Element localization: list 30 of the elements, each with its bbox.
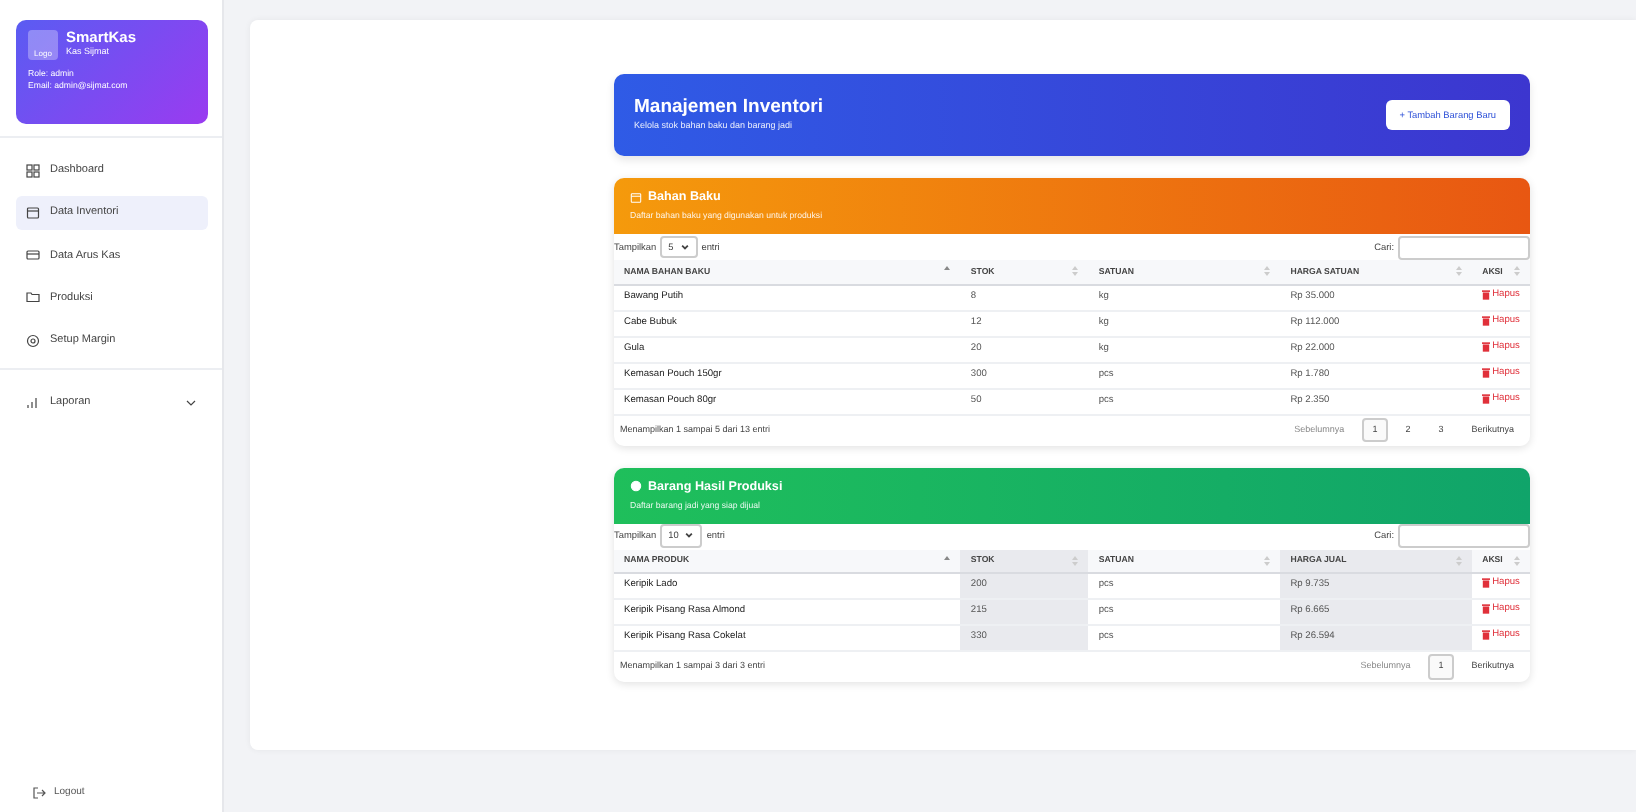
sort-icon[interactable] bbox=[1456, 555, 1463, 566]
search-field[interactable] bbox=[1398, 235, 1530, 259]
chart-icon bbox=[26, 395, 40, 410]
trash-icon bbox=[1482, 341, 1491, 352]
sort-icon[interactable] bbox=[1456, 266, 1463, 277]
folder-icon bbox=[26, 290, 40, 305]
trash-icon bbox=[1482, 393, 1491, 404]
sort-icon[interactable] bbox=[1264, 266, 1271, 277]
trash-icon bbox=[1482, 578, 1491, 589]
search-field[interactable] bbox=[1398, 524, 1530, 548]
sort-icon[interactable] bbox=[1072, 555, 1079, 566]
page-title: Manajemen Inventori bbox=[634, 96, 823, 120]
sort-icon[interactable] bbox=[1072, 266, 1079, 277]
logout-icon bbox=[32, 786, 46, 801]
box-icon bbox=[26, 205, 40, 220]
chevron-icon bbox=[184, 395, 198, 410]
trash-icon bbox=[1482, 604, 1491, 615]
sort-icon[interactable] bbox=[1264, 555, 1271, 566]
card-icon bbox=[26, 248, 40, 263]
gear-icon bbox=[26, 333, 40, 348]
box-icon bbox=[630, 191, 642, 204]
trash-icon bbox=[1482, 315, 1491, 326]
sort-icon[interactable] bbox=[1514, 266, 1520, 277]
chevron-icon bbox=[679, 241, 690, 252]
chevron-icon bbox=[684, 530, 695, 541]
trash-icon bbox=[1482, 630, 1491, 641]
sort-icon[interactable] bbox=[1514, 555, 1520, 566]
grid-icon bbox=[26, 163, 40, 178]
trash-icon bbox=[1482, 289, 1491, 300]
trash-icon bbox=[1482, 367, 1491, 378]
